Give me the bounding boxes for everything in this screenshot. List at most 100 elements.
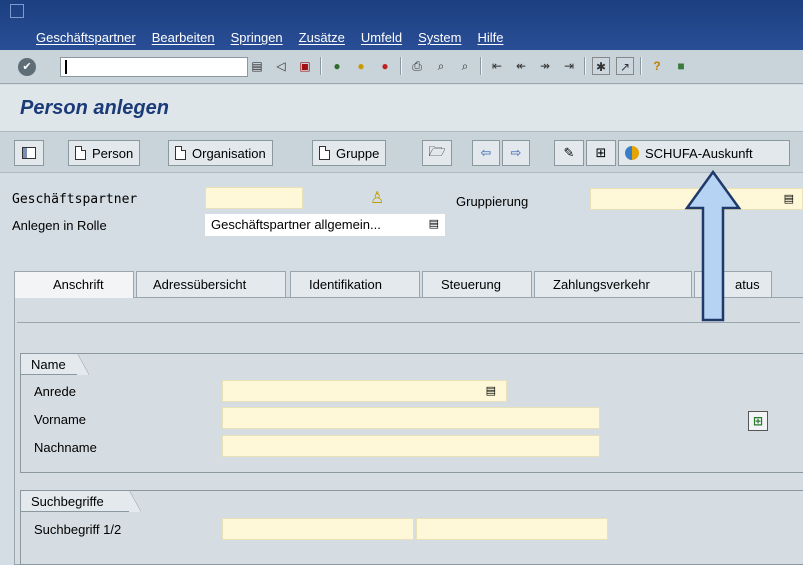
- enter-icon[interactable]: ✔: [18, 58, 36, 76]
- menu-springen[interactable]: Springen: [231, 30, 283, 45]
- shortcut-icon[interactable]: ↗: [616, 57, 634, 75]
- anrede-label: Anrede: [34, 384, 76, 399]
- cancel-icon[interactable]: ●: [376, 57, 394, 75]
- application-toolbar: Person Organisation Gruppe 🗁 ⇦ ⇨ ✎ ⊞ SCH…: [0, 131, 803, 173]
- command-input[interactable]: [71, 58, 231, 76]
- toolbar-separator: [400, 57, 402, 75]
- annotation-arrow: [684, 170, 742, 322]
- hierarchy-icon: ⊞: [595, 145, 607, 160]
- menu-items: Geschäftspartner Bearbeiten Springen Zus…: [36, 30, 503, 45]
- standard-toolbar: ✔ ▤ ◁ ▣ ● ● ● ⎙ ⌕ ⌕ ⇤ ↞ ↠ ⇥ ✱ ↗ ? ■: [0, 50, 803, 84]
- value-help-icon[interactable]: ▤: [784, 192, 794, 205]
- panel-divider: [17, 322, 800, 324]
- help-icon[interactable]: ?: [648, 57, 666, 75]
- nachname-field[interactable]: [222, 435, 600, 457]
- schufa-button[interactable]: SCHUFA-Auskunft: [618, 140, 790, 166]
- tab-zahlungsverkehr[interactable]: Zahlungsverkehr: [534, 271, 692, 297]
- command-history-icon[interactable]: ▤: [248, 57, 266, 75]
- page-title: Person anlegen: [20, 97, 169, 119]
- additional-name-fields-button[interactable]: ⊞: [748, 411, 768, 431]
- prev-page-icon[interactable]: ↞: [512, 57, 530, 75]
- organisation-button[interactable]: Organisation: [168, 140, 273, 166]
- arrow-left-icon: ⇦: [480, 145, 492, 160]
- tab-adressuebersicht[interactable]: Adressübersicht: [136, 271, 286, 297]
- vorname-label: Vorname: [34, 412, 87, 427]
- previous-button[interactable]: ⇦: [472, 140, 500, 166]
- first-page-icon[interactable]: ⇤: [488, 57, 506, 75]
- locator-toggle-button[interactable]: [14, 140, 44, 166]
- toolbar-separator: [640, 57, 642, 75]
- folder-open-icon: 🗁: [428, 143, 446, 159]
- schufa-button-label: SCHUFA-Auskunft: [645, 145, 753, 161]
- find-next-icon[interactable]: ⌕: [456, 57, 474, 75]
- person-button-label: Person: [92, 145, 134, 161]
- anlegen-in-rolle-label: Anlegen in Rolle: [12, 218, 107, 233]
- suchbegriffe-group-title: Suchbegriffe: [20, 490, 141, 512]
- vorname-field[interactable]: [222, 407, 600, 429]
- toolbar-separator: [320, 57, 322, 75]
- menu-hilfe[interactable]: Hilfe: [477, 30, 503, 45]
- dropdown-icon[interactable]: ▤: [429, 217, 439, 233]
- anrede-dropdown-icon[interactable]: ▤: [486, 384, 496, 397]
- schufa-logo-icon: [625, 146, 639, 160]
- new-document-icon: [319, 146, 330, 160]
- locator-icon: [22, 147, 36, 159]
- title-bar: Person anlegen: [0, 85, 803, 131]
- other-object-button[interactable]: ⊞: [586, 140, 616, 166]
- tab-steuerung[interactable]: Steuerung: [422, 271, 532, 297]
- tab-identifikation[interactable]: Identifikation: [290, 271, 420, 297]
- name-group-title-text: Name: [31, 357, 66, 372]
- suchbegriff-label: Suchbegriff 1/2: [34, 522, 122, 537]
- command-field[interactable]: [60, 57, 248, 77]
- new-session-icon[interactable]: ✱: [592, 57, 610, 75]
- display-change-button[interactable]: ✎: [554, 140, 584, 166]
- open-button[interactable]: 🗁: [422, 140, 452, 166]
- geschaeftspartner-field[interactable]: [205, 187, 303, 209]
- print-icon[interactable]: ⎙: [408, 57, 426, 75]
- system-menu-icon[interactable]: [10, 4, 24, 18]
- organisation-button-label: Organisation: [192, 145, 266, 161]
- gruppe-button-label: Gruppe: [336, 145, 380, 161]
- tab-anschrift[interactable]: Anschrift: [14, 271, 134, 298]
- person-button[interactable]: Person: [68, 140, 141, 166]
- anrede-field[interactable]: ▤: [222, 380, 507, 402]
- nachname-label: Nachname: [34, 440, 97, 455]
- suchbegriff-1-field[interactable]: [222, 518, 414, 540]
- menu-bar: Geschäftspartner Bearbeiten Springen Zus…: [0, 0, 803, 50]
- new-document-icon: [175, 146, 186, 160]
- suchbegriff-2-field[interactable]: [416, 518, 608, 540]
- gruppierung-label: Gruppierung: [456, 194, 529, 209]
- arrow-shape: [684, 170, 742, 322]
- menu-zusaetze[interactable]: Zusätze: [299, 30, 345, 45]
- tab-zahlungsverkehr-label: Zahlungsverkehr: [553, 277, 650, 292]
- arrow-right-icon: ⇨: [510, 145, 522, 160]
- anlegen-in-rolle-field[interactable]: Geschäftspartner allgemein... ▤: [205, 214, 445, 236]
- collapse-icon[interactable]: ◁: [272, 57, 290, 75]
- toolbar-separator: [584, 57, 586, 75]
- layout-icon[interactable]: ■: [672, 57, 690, 75]
- find-icon[interactable]: ⌕: [432, 57, 450, 75]
- name-group-title: Name: [20, 353, 89, 375]
- last-page-icon[interactable]: ⇥: [560, 57, 578, 75]
- menu-geschaeftspartner[interactable]: Geschäftspartner: [36, 30, 136, 45]
- rolle-value: Geschäftspartner allgemein...: [211, 217, 381, 232]
- next-button[interactable]: ⇨: [502, 140, 530, 166]
- pencil-glasses-icon: ✎: [563, 145, 575, 160]
- tab-steuerung-label: Steuerung: [441, 277, 501, 292]
- text-caret: [65, 60, 67, 74]
- geschaeftspartner-label: Geschäftspartner: [12, 192, 138, 207]
- menu-umfeld[interactable]: Umfeld: [361, 30, 402, 45]
- tab-anschrift-label: Anschrift: [53, 277, 104, 292]
- new-document-icon: [75, 146, 86, 160]
- toolbar-separator: [480, 57, 482, 75]
- save-icon[interactable]: ▣: [296, 57, 314, 75]
- toolbar-icons: ▤ ◁ ▣ ● ● ● ⎙ ⌕ ⌕ ⇤ ↞ ↠ ⇥ ✱ ↗ ? ■: [248, 57, 690, 75]
- next-page-icon[interactable]: ↠: [536, 57, 554, 75]
- back-icon[interactable]: ●: [328, 57, 346, 75]
- person-search-icon[interactable]: ♙: [370, 188, 384, 208]
- tab-identifikation-label: Identifikation: [309, 277, 382, 292]
- menu-bearbeiten[interactable]: Bearbeiten: [152, 30, 215, 45]
- menu-system[interactable]: System: [418, 30, 461, 45]
- gruppe-button[interactable]: Gruppe: [312, 140, 387, 166]
- exit-icon[interactable]: ●: [352, 57, 370, 75]
